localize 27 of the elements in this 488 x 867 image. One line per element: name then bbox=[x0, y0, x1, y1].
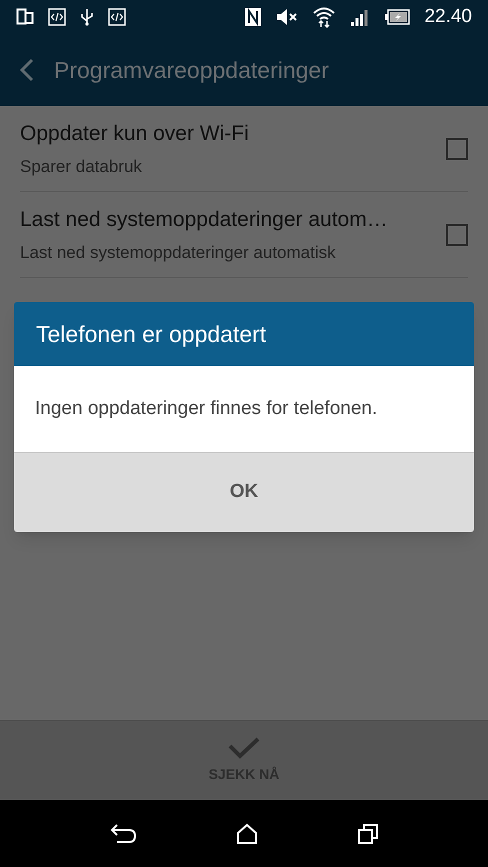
dialog-title: Telefonen er oppdatert bbox=[36, 320, 266, 349]
setting-subtitle: Last ned systemoppdateringer automatisk bbox=[20, 242, 337, 264]
recent-apps-icon[interactable] bbox=[356, 822, 379, 844]
ok-button[interactable]: OK bbox=[14, 452, 474, 532]
setting-subtitle: Sparer databruk bbox=[20, 156, 143, 178]
checkbox[interactable] bbox=[446, 138, 468, 160]
setting-title: Last ned systemoppdateringer autom… bbox=[20, 207, 389, 233]
battery-charging-icon bbox=[384, 9, 410, 25]
screen-title: Programvareoppdateringer bbox=[54, 56, 329, 85]
back-icon[interactable] bbox=[109, 822, 138, 844]
settings-row[interactable]: Oppdater kun over Wi-Fi Sparer databruk bbox=[20, 106, 468, 192]
back-button[interactable] bbox=[20, 58, 34, 82]
code-icon bbox=[48, 8, 66, 26]
checkmark-icon bbox=[226, 736, 261, 760]
wifi-icon bbox=[312, 6, 336, 28]
clock: 22.40 bbox=[424, 4, 472, 29]
setting-title: Oppdater kun over Wi-Fi bbox=[20, 121, 250, 147]
checkbox[interactable] bbox=[446, 224, 468, 246]
dialog-message: Ingen oppdateringer finnes for telefonen. bbox=[35, 396, 378, 421]
nfc-icon bbox=[244, 7, 262, 27]
phone-tablet-icon bbox=[16, 8, 34, 26]
mute-icon bbox=[276, 8, 298, 26]
usb-icon bbox=[80, 8, 94, 26]
signal-icon bbox=[350, 8, 370, 26]
code-icon bbox=[108, 8, 126, 26]
home-icon[interactable] bbox=[236, 822, 258, 844]
settings-row[interactable]: Last ned systemoppdateringer autom… Last ned systemoppdateringer automatisk bbox=[20, 192, 468, 278]
